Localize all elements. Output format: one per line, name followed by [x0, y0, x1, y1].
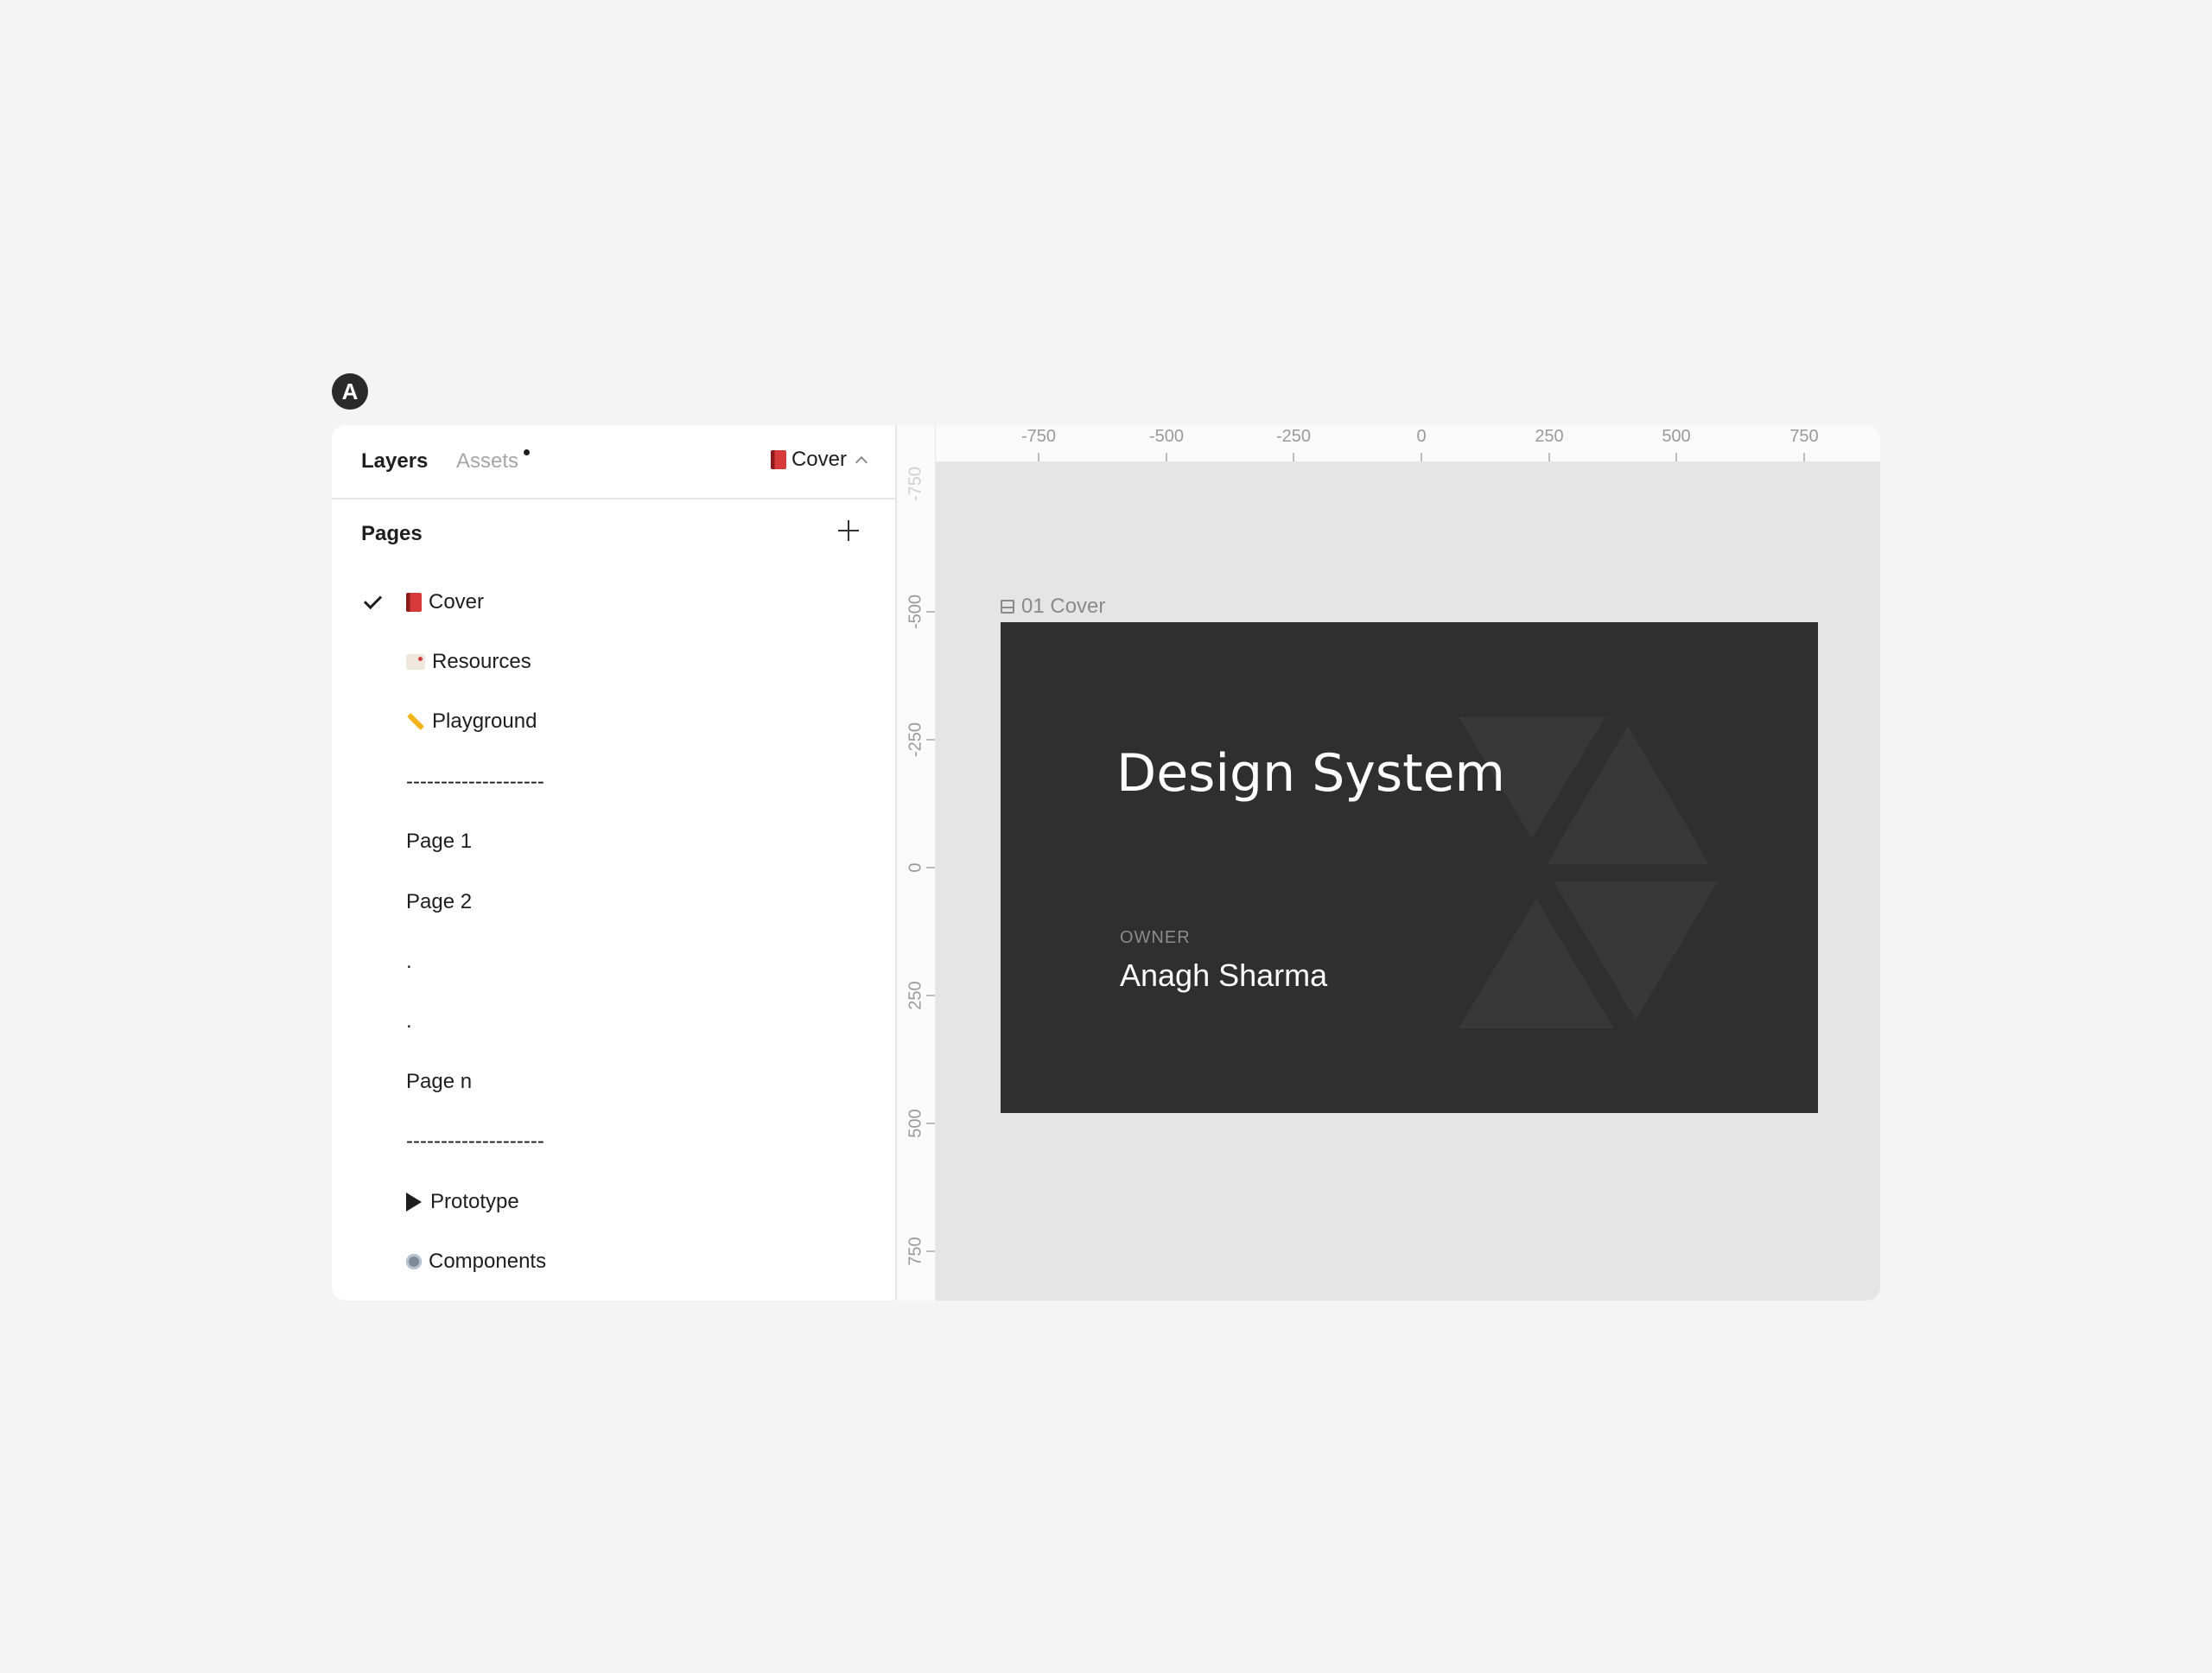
ruler-vertical: -750 -500 -250 0 250 500 750: [897, 425, 936, 1301]
ruler-tick-label: 500: [906, 1109, 925, 1138]
page-item-label: Prototype: [430, 1189, 519, 1213]
ruler-tick: [1803, 453, 1805, 461]
page-item-label: .: [406, 950, 412, 974]
ruler-tick-label: -500: [1148, 427, 1185, 446]
ruler-tick-label: 0: [1416, 427, 1427, 446]
page-item-playground[interactable]: Playground: [332, 692, 895, 752]
tab-layers[interactable]: Layers: [361, 449, 428, 474]
page-item-label: Page 1: [406, 830, 473, 854]
current-page-dropdown[interactable]: Cover: [770, 448, 868, 472]
page-item-label: .: [406, 1009, 412, 1034]
frame-title: Design System: [1116, 743, 1505, 804]
page-item-label: Cover: [429, 589, 485, 614]
editor-window: Layers Assets Cover Pages Cover Resource…: [332, 425, 1880, 1301]
ruler-tick: [1675, 453, 1677, 461]
page-item-label: --------------------: [406, 769, 544, 793]
ruler-tick: [926, 995, 935, 996]
page-item-dot[interactable]: .: [332, 992, 895, 1052]
frame-label-text: 01 Cover: [1021, 595, 1106, 618]
page-list: Cover Resources Playground -------------…: [332, 572, 895, 1292]
gear-icon: [406, 1253, 422, 1269]
ruler-tick: [926, 867, 935, 868]
page-item-page-n[interactable]: Page n: [332, 1052, 895, 1111]
checkmark-icon: [363, 590, 383, 610]
annotation-badge: A: [332, 373, 368, 410]
play-icon: [406, 1192, 422, 1212]
page-item-components[interactable]: Components: [332, 1231, 895, 1291]
ruler-tick: [1548, 453, 1550, 461]
panel-header: Layers Assets Cover: [332, 425, 895, 499]
ruler-tick-label: 0: [906, 862, 925, 873]
pages-heading: Pages: [361, 522, 423, 545]
canvas[interactable]: -750 -500 -250 0 250 500 750 -750 -500 -…: [897, 425, 1880, 1301]
ruler-tick-label: 500: [1662, 427, 1691, 446]
current-page-label: Cover: [791, 448, 847, 471]
page-item-label: Components: [429, 1249, 547, 1273]
page-item-resources[interactable]: Resources: [332, 632, 895, 691]
book-icon: [770, 450, 786, 469]
ruler-tick: [926, 611, 935, 613]
ruler-tick: [926, 739, 935, 741]
ruler-tick-label: 250: [906, 981, 925, 1010]
cover-frame[interactable]: Design System OWNER Anagh Sharma: [1001, 622, 1818, 1113]
page-item-label: Playground: [432, 709, 537, 734]
page-item-label: Page 2: [406, 889, 473, 913]
owner-name: Anagh Sharma: [1120, 957, 1328, 993]
ruler-tick: [926, 1123, 935, 1124]
assets-notification-dot: [524, 449, 530, 455]
ruler-tick-label: 750: [1789, 427, 1819, 446]
page-item-page-2[interactable]: Page 2: [332, 872, 895, 932]
page-item-prototype[interactable]: Prototype: [332, 1172, 895, 1231]
ruler-tick-label: -750: [1020, 427, 1057, 446]
book-icon: [406, 592, 422, 612]
page-item-divider[interactable]: --------------------: [332, 752, 895, 811]
page-item-label: --------------------: [406, 1129, 544, 1154]
ruler-tick: [1166, 453, 1167, 461]
ruler-tick: [1038, 453, 1039, 461]
tag-icon: [406, 654, 425, 671]
ruler-tick: [1421, 453, 1422, 461]
pencil-icon: [407, 713, 424, 731]
page-item-divider[interactable]: --------------------: [332, 1112, 895, 1172]
ruler-tick-label: 750: [906, 1237, 925, 1266]
page-item-cover[interactable]: Cover: [332, 572, 895, 632]
page-item-page-1[interactable]: Page 1: [332, 812, 895, 872]
ruler-tick: [1293, 453, 1294, 461]
frame-icon: [1001, 600, 1014, 614]
ruler-tick: [926, 1250, 935, 1252]
page-item-dot[interactable]: .: [332, 932, 895, 991]
page-item-label: Page n: [406, 1069, 473, 1093]
tab-assets[interactable]: Assets: [456, 449, 518, 474]
ruler-tick-label: -250: [906, 722, 925, 757]
page-item-label: Resources: [432, 650, 531, 674]
left-panel: Layers Assets Cover Pages Cover Resource…: [332, 425, 897, 1301]
chevron-up-icon: [855, 455, 868, 469]
owner-label: OWNER: [1120, 928, 1191, 947]
ruler-tick-label: 250: [1535, 427, 1564, 446]
add-page-button[interactable]: [833, 515, 864, 546]
ruler-tick-label: -250: [1275, 427, 1312, 446]
ruler-tick-label: -500: [906, 594, 925, 629]
ruler-horizontal: -750 -500 -250 0 250 500 750: [935, 425, 1880, 461]
frame-label[interactable]: 01 Cover: [1001, 595, 1105, 619]
ruler-tick-label: -750: [906, 466, 925, 501]
